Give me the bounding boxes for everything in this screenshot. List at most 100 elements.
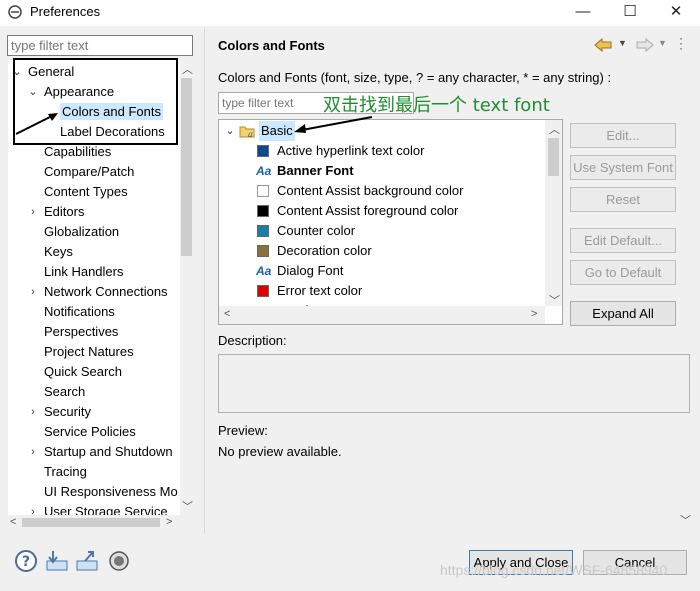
right-vertical-scrollbar[interactable]: ﹀ — [679, 34, 694, 530]
svg-text:a: a — [248, 130, 253, 138]
import-icon[interactable] — [45, 549, 69, 573]
forward-menu-icon[interactable]: ▼ — [658, 38, 667, 48]
tree-item-editors[interactable]: › Editors — [31, 202, 84, 222]
tree-item-search[interactable]: Search — [44, 382, 85, 402]
color-swatch-icon — [257, 245, 269, 257]
tree-item-compare-patch[interactable]: Compare/Patch — [44, 162, 134, 182]
tree-item-label: Perspectives — [44, 324, 119, 339]
tree-item-startup-and-shutdown[interactable]: › Startup and Shutdown — [31, 442, 173, 462]
back-arrow-icon[interactable] — [594, 38, 612, 52]
reset-button[interactable]: Reset — [570, 187, 676, 212]
page-description: Colors and Fonts (font, size, type, ? = … — [218, 70, 612, 85]
tree-item-user-storage-service[interactable]: › User Storage Service — [31, 502, 168, 515]
export-icon[interactable] — [75, 549, 99, 573]
watermark-text: https://blog.csdn.net/WSF-64858940 — [440, 562, 668, 578]
font-icon: Aa — [256, 164, 272, 178]
expand-right-icon[interactable]: › — [28, 202, 38, 222]
tree-item-perspectives[interactable]: Perspectives — [44, 322, 118, 342]
scroll-left-icon[interactable]: < — [224, 308, 230, 320]
scroll-up-icon[interactable]: ︿ — [549, 121, 560, 137]
tree-item-label: Banner Font — [277, 163, 354, 178]
tree-item-label: Error text color — [277, 283, 363, 298]
close-button[interactable]: ✕ — [656, 2, 696, 24]
tree-item-globalization[interactable]: Globalization — [44, 222, 119, 242]
annotation-arrow-right — [294, 116, 373, 133]
tree-item-tracing[interactable]: Tracing — [44, 462, 87, 482]
expand-all-button[interactable]: Expand All — [570, 301, 676, 326]
expand-right-icon[interactable]: › — [28, 282, 38, 302]
tree-item-label: Security — [44, 404, 91, 419]
scroll-down-icon[interactable]: ﹀ — [182, 498, 193, 514]
tree-item-label: Keys — [44, 244, 73, 259]
left-scroll-thumb[interactable] — [181, 78, 192, 256]
tree-item-label: Content Assist background color — [277, 183, 464, 198]
scroll-up-icon[interactable]: ︿ — [182, 61, 193, 77]
minimize-button[interactable]: — — [563, 2, 603, 24]
tree-item-label: Basic — [259, 121, 295, 141]
tree-item-label: Globalization — [44, 224, 120, 239]
go-to-default-button[interactable]: Go to Default — [570, 260, 676, 285]
window-title: Preferences — [30, 4, 101, 19]
forward-arrow-icon[interactable] — [636, 38, 654, 52]
tree-item-security[interactable]: › Security — [31, 402, 91, 422]
tree-item-label: User Storage Service — [44, 504, 168, 515]
edit-default-button[interactable]: Edit Default... — [570, 228, 676, 253]
maximize-button[interactable]: ☐ — [610, 2, 650, 24]
tree-item-label: Link Handlers — [44, 264, 124, 279]
tree-item-label: Notifications — [44, 304, 115, 319]
tree-item-label: Service Policies — [44, 424, 136, 439]
tree-item-service-policies[interactable]: Service Policies — [44, 422, 136, 442]
scroll-right-icon[interactable]: > — [166, 516, 172, 528]
tree-scroll-thumb[interactable] — [548, 138, 559, 176]
oomph-icon[interactable] — [107, 549, 131, 573]
tree-item-label: Search — [44, 384, 86, 399]
tree-item-label: Compare/Patch — [44, 164, 135, 179]
color-swatch-icon — [257, 185, 269, 197]
description-box — [218, 354, 690, 413]
expand-down-icon[interactable]: ⌄ — [225, 121, 235, 141]
tree-horizontal-scrollbar[interactable]: < > — [219, 306, 545, 324]
tree-item-notifications[interactable]: Notifications — [44, 302, 115, 322]
tree-item-project-natures[interactable]: Project Natures — [44, 342, 134, 362]
tree-item-label: Startup and Shutdown — [44, 444, 173, 459]
tree-item-network-connections[interactable]: › Network Connections — [31, 282, 167, 302]
tree-item-label: Active hyperlink text color — [277, 143, 425, 158]
tree-item-label: Tracing — [44, 464, 87, 479]
tree-item-label: Content Assist foreground color — [277, 203, 459, 218]
folder-icon: a — [239, 126, 255, 138]
color-swatch-icon — [257, 205, 269, 217]
tree-item-label: Quick Search — [44, 364, 123, 379]
left-filter-input[interactable]: type filter text — [7, 35, 193, 56]
scroll-right-icon[interactable]: > — [531, 308, 537, 320]
scroll-down-icon[interactable]: ﹀ — [549, 292, 560, 308]
preview-label: Preview: — [218, 423, 268, 438]
tree-item-link-handlers[interactable]: Link Handlers — [44, 262, 124, 282]
scroll-down-icon[interactable]: ﹀ — [680, 512, 691, 528]
expand-right-icon[interactable]: › — [28, 402, 38, 422]
edit-button[interactable]: Edit... — [570, 123, 676, 148]
expand-right-icon[interactable]: › — [28, 502, 38, 515]
scroll-left-icon[interactable]: < — [10, 516, 16, 528]
color-swatch-icon — [257, 225, 269, 237]
tree-item-label: Decoration color — [277, 243, 372, 258]
help-icon[interactable]: ? — [14, 549, 38, 573]
tree-item-content-types[interactable]: Content Types — [44, 182, 128, 202]
page-title: Colors and Fonts — [218, 38, 325, 53]
expand-right-icon[interactable]: › — [28, 442, 38, 462]
use-system-font-button[interactable]: Use System Font — [570, 155, 676, 180]
color-swatch-icon — [257, 285, 269, 297]
tree-item-label: Dialog Font — [277, 263, 344, 278]
svg-text:?: ? — [22, 554, 30, 570]
tree-item-keys[interactable]: Keys — [44, 242, 73, 262]
left-hscroll-thumb[interactable] — [22, 518, 160, 527]
tree-item-capabilities[interactable]: Capabilities — [44, 142, 111, 162]
tree-item-ui-responsiveness-mo[interactable]: UI Responsiveness Mo — [44, 482, 178, 502]
tree-item-label: Project Natures — [44, 344, 134, 359]
tree-item-quick-search[interactable]: Quick Search — [44, 362, 122, 382]
color-swatch-icon — [257, 145, 269, 157]
back-menu-icon[interactable]: ▼ — [618, 38, 627, 48]
font-icon: Aa — [256, 264, 272, 278]
tree-item-label: Content Types — [44, 184, 128, 199]
preview-text: No preview available. — [218, 444, 342, 459]
colors-fonts-tree: ⌄ a Basic Active hyperlink text color Aa Bann… — [218, 119, 563, 325]
